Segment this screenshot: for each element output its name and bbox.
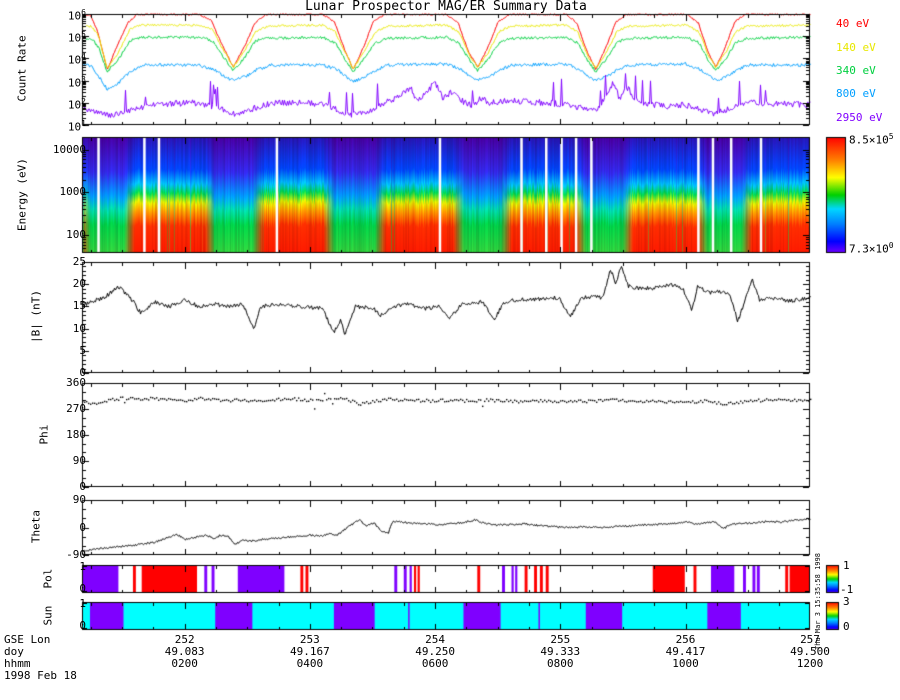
y-tick-label: 1 [79, 560, 86, 573]
y-tick-label: 103 [67, 74, 86, 90]
y-tick-label: 0 [79, 480, 86, 493]
x-tick-label-hhmm: 1000 [672, 657, 699, 670]
sun-colorbar-min-label: 0 [843, 620, 850, 633]
panel-energy-spectrogram [82, 137, 810, 253]
y-tick-label: 102 [67, 96, 86, 112]
y-tick-label: 0 [79, 582, 86, 595]
y-tick-label: 106 [67, 8, 86, 23]
pol-colorbar-max-label: 1 [843, 559, 850, 572]
y-tick-label: 20 [72, 277, 86, 291]
x-tick-label-hhmm: 0800 [547, 657, 574, 670]
y-label-b-magnitude: |B| (nT) [29, 290, 43, 343]
y-tick-label: 180 [66, 428, 86, 441]
y-tick-label: 105 [67, 30, 86, 45]
y-tick-label: 15 [72, 299, 86, 313]
y-tick-label: 104 [67, 52, 86, 68]
y-tick-label: 0 [79, 520, 86, 534]
panel-pol [82, 565, 810, 593]
sun-colorbar-max-label: 3 [843, 595, 850, 608]
legend-entry-800-ev: 800 eV [836, 87, 876, 101]
y-tick-label: 0 [79, 619, 86, 632]
y-tick-label: 360 [66, 376, 86, 389]
legend-entry-340-ev: 340 eV [836, 64, 876, 78]
panel-b-magnitude [82, 262, 810, 373]
legend-entry-140-ev: 140 eV [836, 40, 876, 54]
colorbar-min-label: 7.3×100 [849, 241, 894, 256]
x-tick-label-hhmm: 0400 [296, 657, 324, 670]
y-tick-label: 101 [67, 119, 86, 134]
legend-entry-40-ev: 40 eV [836, 17, 870, 31]
y-label-sun: Sun [41, 605, 55, 626]
legend-entry-2950-ev: 2950 eV [836, 110, 883, 124]
y-tick-label: 100 [66, 228, 86, 242]
y-tick-label: 1000 [59, 185, 87, 199]
panel-sun [82, 602, 810, 630]
y-tick-label: 90 [72, 493, 86, 506]
panel-theta [82, 500, 810, 555]
colorbar-max-label: 8.5×105 [849, 132, 894, 147]
x-tick-label-hhmm: 1200 [796, 657, 824, 670]
y-tick-label: -90 [66, 548, 86, 561]
y-tick-label: 10 [72, 321, 86, 335]
x-tick-label-hhmm: 0200 [171, 657, 198, 670]
page-title: Lunar Prospector MAG/ER Summary Data [305, 0, 587, 14]
x-tick-label-hhmm: 0600 [421, 657, 449, 670]
y-tick-label: 90 [72, 454, 86, 467]
panel-phi [82, 383, 810, 487]
y-tick-label: 10000 [52, 142, 86, 156]
y-tick-label: 25 [72, 255, 86, 268]
y-tick-label: 5 [79, 343, 86, 357]
panel-count-rate [82, 14, 810, 125]
y-tick-label: 1 [79, 597, 86, 610]
y-tick-label: 270 [66, 402, 86, 415]
lunar-prospector-summary-plot: Lunar Prospector MAG/ER Summary Data Cou… [0, 0, 900, 700]
footer-date: 1998 Feb 18 [4, 669, 77, 682]
